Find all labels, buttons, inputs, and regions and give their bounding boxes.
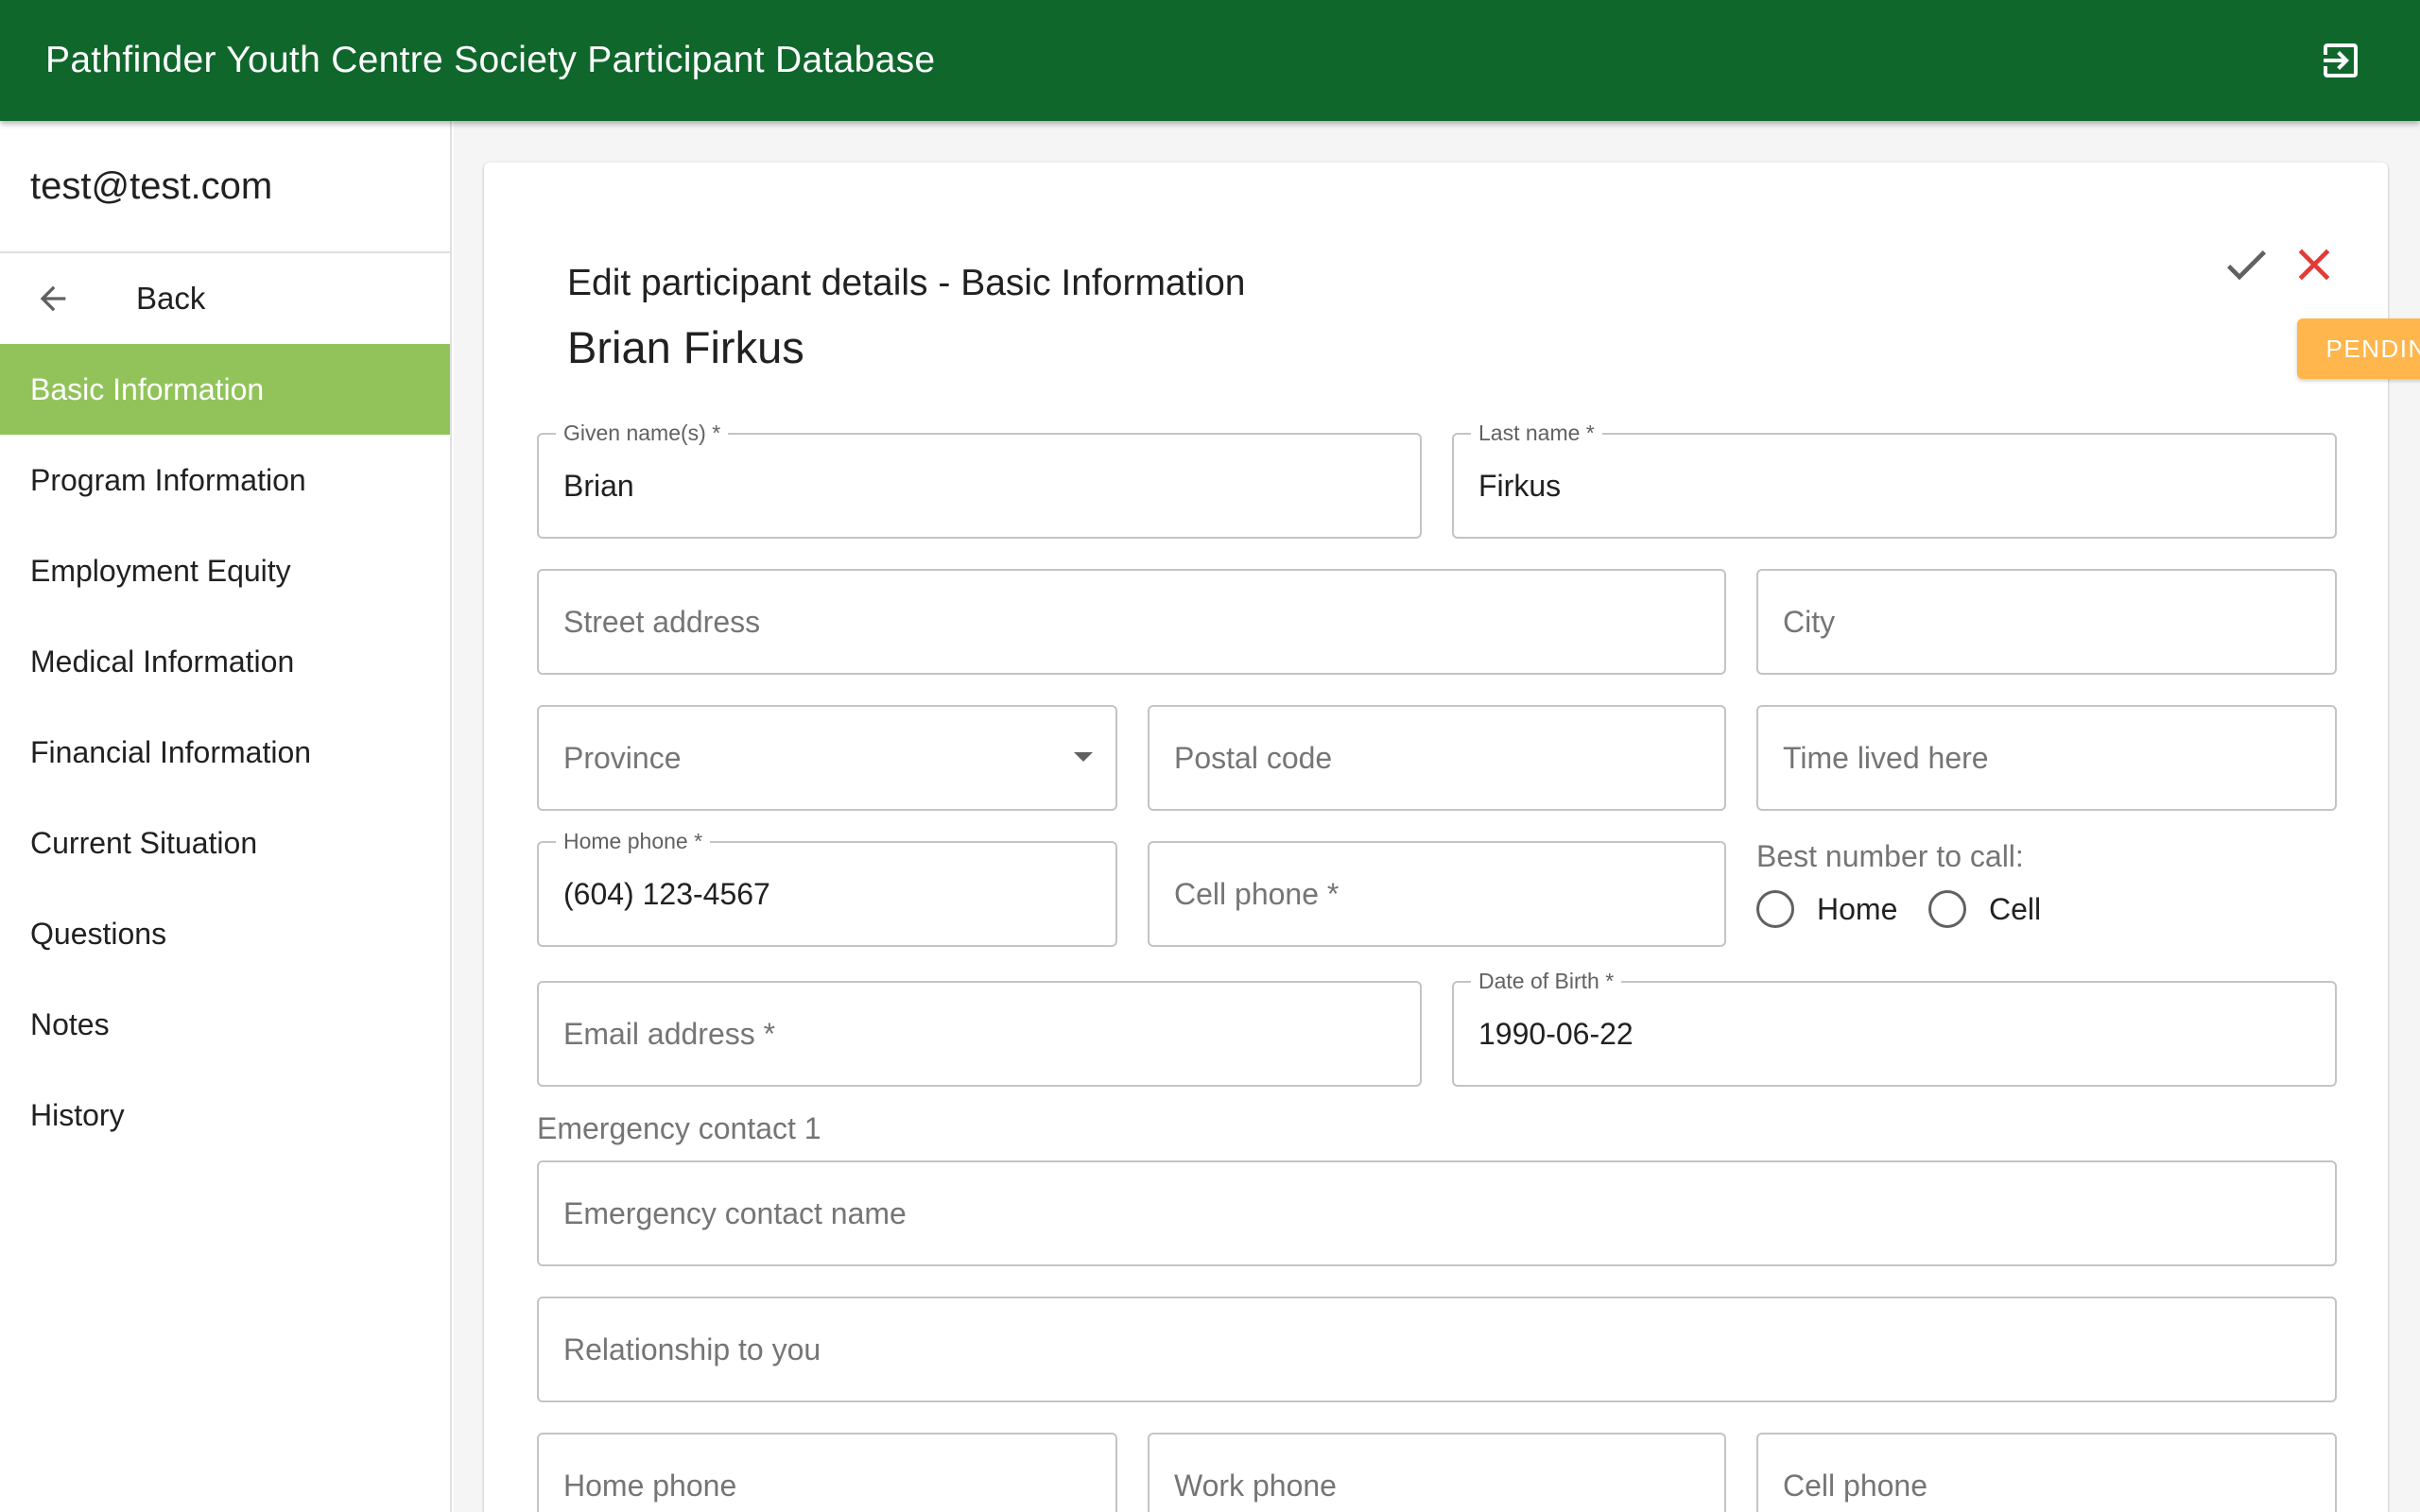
check-icon[interactable] [2220, 238, 2273, 291]
radio-home[interactable]: Home [1756, 890, 1897, 928]
emergency-contact-heading: Emergency contact 1 [537, 1111, 821, 1145]
close-icon[interactable] [2288, 238, 2341, 291]
province-select[interactable]: Province [537, 705, 1117, 811]
user-email: test@test.com [0, 121, 450, 253]
sidebar-item-employment-equity[interactable]: Employment Equity [0, 525, 450, 616]
radio-circle-icon [1928, 890, 1966, 928]
radio-circle-icon [1756, 890, 1794, 928]
radio-cell[interactable]: Cell [1928, 890, 2041, 928]
sidebar-item-basic-information[interactable]: Basic Information [0, 344, 450, 435]
emergency-contact-name-field[interactable]: Emergency contact name [537, 1160, 2337, 1266]
emergency-cell-phone-placeholder: Cell phone [1783, 1468, 1927, 1503]
emergency-contact-name-placeholder: Emergency contact name [563, 1195, 907, 1230]
sidebar-item-financial-information[interactable]: Financial Information [0, 707, 450, 798]
given-name-value: Brian [563, 468, 634, 503]
province-placeholder: Province [563, 740, 682, 775]
postal-code-field[interactable]: Postal code [1148, 705, 1726, 811]
street-address-placeholder: Street address [563, 604, 761, 639]
last-name-field[interactable]: Last name * Firkus [1452, 421, 2337, 539]
emergency-home-phone-field[interactable]: Home phone [537, 1433, 1117, 1512]
last-name-value: Firkus [1478, 468, 1562, 503]
date-of-birth-field[interactable]: Date of Birth * 1990-06-22 [1452, 970, 2337, 1087]
radio-home-label: Home [1817, 891, 1898, 926]
home-phone-value: (604) 123-4567 [563, 876, 770, 911]
date-of-birth-value: 1990-06-22 [1478, 1016, 1634, 1051]
emergency-cell-phone-field[interactable]: Cell phone [1756, 1433, 2337, 1512]
relationship-placeholder: Relationship to you [563, 1332, 821, 1366]
postal-code-placeholder: Postal code [1174, 740, 1333, 775]
sidebar-item-current-situation[interactable]: Current Situation [0, 798, 450, 888]
emergency-work-phone-field[interactable]: Work phone [1148, 1433, 1726, 1512]
sidebar-item-medical-information[interactable]: Medical Information [0, 616, 450, 707]
back-label: Back [136, 281, 206, 316]
street-address-field[interactable]: Street address [537, 569, 1726, 675]
cell-phone-field[interactable]: Cell phone * [1148, 841, 1726, 947]
sidebar: test@test.com Back Basic Information Pro… [0, 121, 452, 1512]
time-lived-here-placeholder: Time lived here [1783, 740, 1989, 775]
email-placeholder: Email address * [563, 1016, 776, 1051]
sidebar-item-notes[interactable]: Notes [0, 979, 450, 1070]
app-title: Pathfinder Youth Centre Society Particip… [45, 40, 936, 80]
main-content: Edit participant details - Basic Informa… [454, 121, 2420, 1512]
relationship-field[interactable]: Relationship to you [537, 1297, 2337, 1402]
city-placeholder: City [1783, 604, 1836, 639]
best-number-label: Best number to call: [1756, 839, 2024, 873]
cell-phone-placeholder: Cell phone * [1174, 876, 1340, 911]
given-name-field[interactable]: Given name(s) * Brian [537, 421, 1422, 539]
emergency-work-phone-placeholder: Work phone [1174, 1468, 1337, 1503]
page-title: Edit participant details - Basic Informa… [567, 263, 1246, 303]
email-field[interactable]: Email address * [537, 981, 1422, 1087]
participant-name: Brian Firkus [567, 322, 804, 372]
time-lived-here-field[interactable]: Time lived here [1756, 705, 2337, 811]
form-card: Edit participant details - Basic Informa… [484, 163, 2420, 1512]
app-bar: Pathfinder Youth Centre Society Particip… [0, 0, 2420, 121]
sidebar-item-questions[interactable]: Questions [0, 888, 450, 979]
exit-to-app-icon[interactable] [2318, 38, 2363, 83]
home-phone-field[interactable]: Home phone * (604) 123-4567 [537, 830, 1117, 947]
sidebar-item-program-information[interactable]: Program Information [0, 435, 450, 525]
dropdown-arrow-icon [1074, 752, 1093, 762]
status-badge[interactable]: PENDING [2297, 318, 2420, 379]
arrow-back-icon [40, 285, 66, 312]
sidebar-item-history[interactable]: History [0, 1070, 450, 1160]
city-field[interactable]: City [1756, 569, 2337, 675]
back-button[interactable]: Back [0, 253, 450, 344]
radio-cell-label: Cell [1989, 891, 2042, 926]
emergency-home-phone-placeholder: Home phone [563, 1468, 737, 1503]
